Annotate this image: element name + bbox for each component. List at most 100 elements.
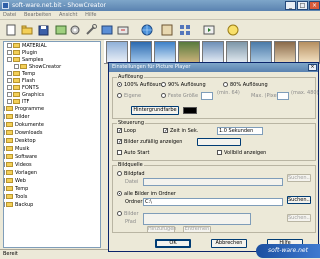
tree-item-label[interactable]: FONTS <box>22 85 39 91</box>
thumbnail-image[interactable] <box>250 41 272 63</box>
thumbnail-image[interactable] <box>154 41 176 63</box>
tree-item-label[interactable]: Bilder <box>15 114 30 120</box>
expand-icon[interactable] <box>4 138 5 143</box>
maximize-button[interactable]: □ <box>297 1 308 10</box>
thumbnail-image[interactable] <box>226 41 248 63</box>
thumbnail-image[interactable] <box>298 41 320 63</box>
new-document-icon[interactable] <box>4 23 18 37</box>
expand-icon[interactable] <box>4 186 5 191</box>
expand-icon[interactable] <box>4 170 5 175</box>
tree-item-label[interactable]: Backup <box>15 202 33 208</box>
thumbnail-image[interactable] <box>202 41 224 63</box>
dialog-close-button[interactable]: × <box>308 64 317 71</box>
thumbnail-image[interactable] <box>178 41 200 63</box>
open-folder-icon[interactable] <box>20 23 34 37</box>
settings-icon[interactable] <box>68 23 82 37</box>
tree-item-label[interactable]: Musik <box>15 146 29 152</box>
images-list[interactable] <box>143 213 251 225</box>
folder-option[interactable]: alle Bilder im Ordner <box>117 191 176 197</box>
expand-icon[interactable] <box>7 50 12 55</box>
tree-item-label[interactable]: Flash <box>22 78 35 84</box>
wait-checkbox[interactable]: ✓ Zeit in Sek. <box>163 128 198 134</box>
expand-icon[interactable] <box>4 154 5 159</box>
background-color-button[interactable]: Hintergrundfarbe <box>131 106 179 115</box>
expand-icon[interactable] <box>7 57 12 62</box>
save-icon[interactable] <box>36 23 50 37</box>
browse-folder-button[interactable]: Suchen... <box>287 196 311 204</box>
expand-icon[interactable] <box>7 43 12 48</box>
resolution-90-option[interactable]: 90% Auflösung <box>161 82 206 88</box>
tree-item-label[interactable]: Tools <box>15 194 27 200</box>
fullscreen-checkbox[interactable]: Vollbild anzeigen <box>217 150 266 156</box>
folder-tree[interactable]: MATERIAL Plugin Samples ShowCreator Temp… <box>3 41 101 248</box>
tree-item-label[interactable]: Vorlagen <box>15 170 37 176</box>
preview-icon[interactable] <box>100 23 114 37</box>
grid-icon[interactable] <box>178 23 192 37</box>
max-size-input[interactable] <box>277 92 289 100</box>
cancel-button[interactable]: Abbrechen <box>211 239 247 248</box>
file-path-input[interactable] <box>143 178 283 186</box>
slideshow-icon[interactable] <box>202 23 216 37</box>
single-file-option[interactable]: Bildpfad <box>117 171 145 177</box>
globe-icon[interactable] <box>140 23 154 37</box>
expand-icon[interactable] <box>4 202 5 207</box>
color-swatch[interactable] <box>183 107 197 114</box>
ok-button[interactable]: OK <box>155 239 191 248</box>
close-button[interactable]: × <box>309 1 320 10</box>
expand-icon[interactable] <box>4 130 5 135</box>
expand-icon[interactable] <box>7 71 12 76</box>
tree-item-label[interactable]: Samples <box>22 57 43 63</box>
tree-item-label[interactable]: Programme <box>15 106 44 112</box>
tree-item-label[interactable]: ShowCreator <box>29 64 61 70</box>
tree-item-label[interactable]: Graphics <box>22 92 44 98</box>
tree-item-label[interactable]: Web <box>15 178 26 184</box>
expand-icon[interactable] <box>4 122 5 127</box>
autostart-checkbox[interactable]: Auto Start <box>117 150 149 156</box>
tools-icon[interactable] <box>84 23 98 37</box>
thumbnail-image[interactable] <box>106 41 128 63</box>
tree-item-label[interactable]: MATERIAL <box>22 43 47 49</box>
resolution-100-option[interactable]: 100% Auflösung <box>117 82 165 88</box>
min-size-input[interactable] <box>201 92 213 100</box>
tree-item-label[interactable]: Temp <box>15 186 28 192</box>
menu-view[interactable]: Ansicht <box>56 11 80 20</box>
expand-icon[interactable] <box>4 114 5 119</box>
picture-icon[interactable] <box>54 23 68 37</box>
tree-item-label[interactable]: Dokumente <box>15 122 44 128</box>
shuffle-options-input[interactable] <box>197 138 241 146</box>
menu-file[interactable]: Datei <box>0 11 19 20</box>
tree-item-label[interactable]: Temp <box>22 71 35 77</box>
tree-item-label[interactable]: Videos <box>15 162 32 168</box>
menu-edit[interactable]: Bearbeiten <box>21 11 54 20</box>
expand-icon[interactable] <box>7 99 12 104</box>
shuffle-checkbox[interactable]: ✓ Bilder zufällig anzeigen <box>117 139 182 145</box>
info-icon[interactable] <box>226 23 240 37</box>
add-image-button[interactable]: Hinzufügen <box>147 226 176 233</box>
tree-item-label[interactable]: Plugin <box>22 50 37 56</box>
wait-time-input[interactable]: 1.0 Sekunden <box>217 127 263 135</box>
export-icon[interactable] <box>116 23 130 37</box>
image-icon[interactable] <box>160 23 174 37</box>
thumbnail-image[interactable] <box>274 41 296 63</box>
resolution-80-option[interactable]: 80% Auflösung <box>223 82 268 88</box>
images-option[interactable]: Bilder <box>117 211 139 217</box>
remove-image-button[interactable]: Entfernen <box>183 226 211 233</box>
tree-item-label[interactable]: ITF <box>22 99 29 105</box>
expand-icon[interactable] <box>7 92 12 97</box>
expand-icon[interactable] <box>7 85 12 90</box>
expand-icon[interactable] <box>14 64 19 69</box>
browse-images-button[interactable]: Suchen... <box>287 214 311 222</box>
expand-icon[interactable] <box>7 78 12 83</box>
menu-help[interactable]: Hilfe <box>82 11 99 20</box>
tree-item-label[interactable]: Downloads <box>15 130 42 136</box>
expand-icon[interactable] <box>4 194 5 199</box>
expand-icon[interactable] <box>4 162 5 167</box>
fixed-size-option[interactable]: Feste Größe <box>161 93 198 99</box>
loop-checkbox[interactable]: ✓ Loop <box>117 128 136 134</box>
tree-item-label[interactable]: Desktop <box>15 138 36 144</box>
browse-file-button[interactable]: Suchen... <box>287 174 311 182</box>
expand-icon[interactable] <box>4 106 5 111</box>
folder-path-input[interactable]: C:\ <box>143 198 283 206</box>
minimize-button[interactable]: _ <box>285 1 296 10</box>
custom-resolution-option[interactable]: Eigene <box>117 93 141 99</box>
